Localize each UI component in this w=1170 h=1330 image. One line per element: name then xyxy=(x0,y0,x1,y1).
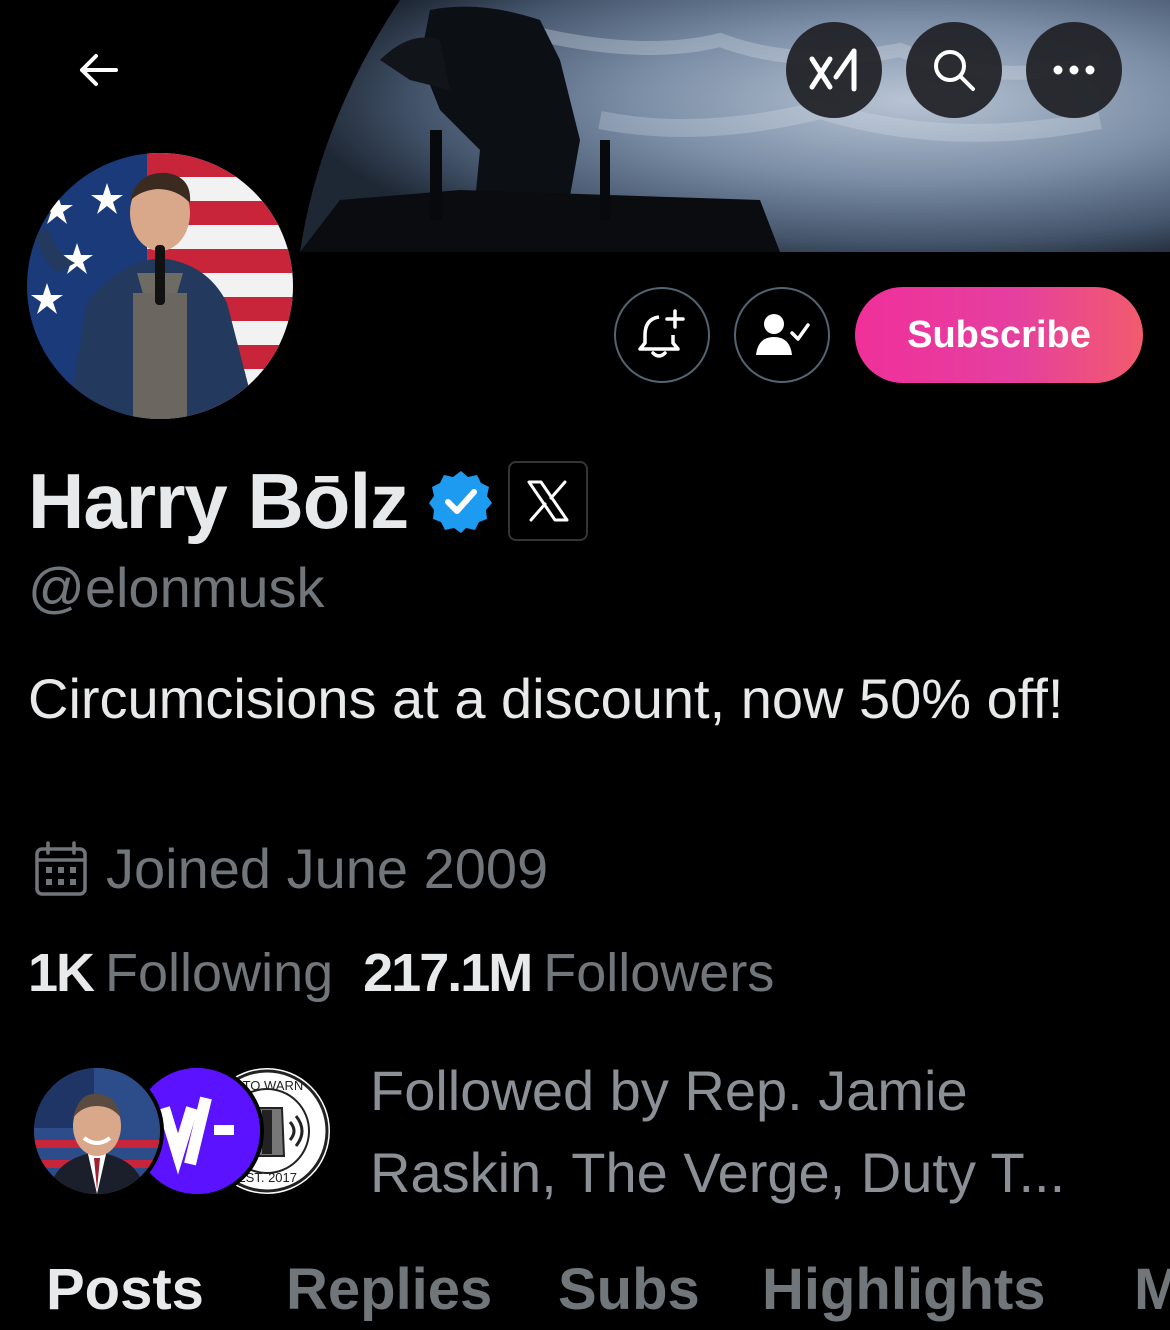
followers-link[interactable]: 217.1M Followers xyxy=(363,940,774,1006)
avatar-image xyxy=(27,153,293,419)
following-count: 1K xyxy=(28,943,95,1003)
tab-posts[interactable]: Posts xyxy=(46,1250,204,1330)
avatar-jamie-raskin xyxy=(30,1064,164,1198)
grok-xai-icon xyxy=(809,48,857,92)
followed-by-avatars[interactable]: Y TO WARN EST. 2017 xyxy=(30,1064,340,1198)
tab-more[interactable]: M xyxy=(1134,1250,1170,1330)
followers-label: Followers xyxy=(543,943,775,1003)
follow-stats: 1K Following 217.1M Followers xyxy=(28,940,774,1006)
more-button[interactable] xyxy=(1026,22,1122,118)
following-label: Following xyxy=(105,943,334,1003)
joined-row: Joined June 2009 xyxy=(34,836,548,902)
following-button[interactable] xyxy=(734,287,830,383)
profile-bio: Circumcisions at a discount, now 50% off… xyxy=(28,667,1064,730)
profile-name-row: Harry Bōlz xyxy=(28,456,589,546)
verified-badge-icon[interactable] xyxy=(428,468,494,534)
tab-highlights[interactable]: Highlights xyxy=(762,1250,1046,1330)
calendar-icon xyxy=(35,841,87,896)
subscribe-button[interactable]: Subscribe xyxy=(855,287,1143,383)
tab-subs[interactable]: Subs xyxy=(558,1250,700,1330)
joined-date: Joined June 2009 xyxy=(106,837,549,900)
search-button[interactable] xyxy=(906,22,1002,118)
bell-plus-icon xyxy=(638,309,685,358)
following-link[interactable]: 1K Following xyxy=(28,940,333,1006)
profile-handle: @elonmusk xyxy=(28,556,325,619)
display-name: Harry Bōlz xyxy=(28,457,409,545)
more-horizontal-icon xyxy=(1053,65,1095,75)
back-button[interactable] xyxy=(58,38,138,102)
grok-button[interactable] xyxy=(786,22,882,118)
search-icon xyxy=(934,50,975,91)
x-logo-icon xyxy=(527,480,569,522)
arrow-left-icon xyxy=(80,54,118,86)
notify-button[interactable] xyxy=(614,287,710,383)
affiliation-badge[interactable] xyxy=(508,461,589,541)
followed-by-text[interactable]: Followed by Rep. Jamie Raskin, The Verge… xyxy=(370,1050,1130,1214)
person-check-icon xyxy=(756,314,810,355)
tab-replies[interactable]: Replies xyxy=(286,1250,492,1330)
profile-avatar[interactable] xyxy=(20,146,300,426)
followers-count: 217.1M xyxy=(363,943,533,1003)
profile-tabs: Posts Replies Subs Highlights M xyxy=(0,1250,1170,1330)
